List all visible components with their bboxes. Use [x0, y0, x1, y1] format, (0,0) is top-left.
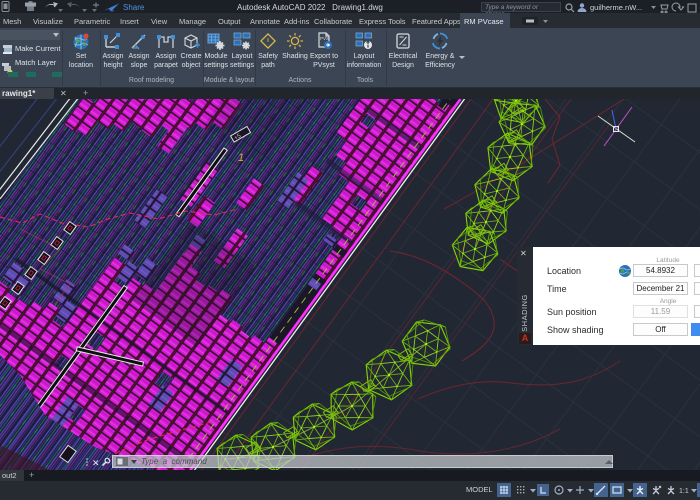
- svg-text:Share: Share: [123, 3, 145, 12]
- svg-text:1: 1: [238, 152, 244, 164]
- svg-text:PVS: PVS: [320, 36, 329, 41]
- svg-text:guilherme.nW...: guilherme.nW...: [590, 3, 642, 12]
- svg-text:1:1: 1:1: [679, 488, 689, 495]
- svg-text:✕: ✕: [92, 458, 100, 468]
